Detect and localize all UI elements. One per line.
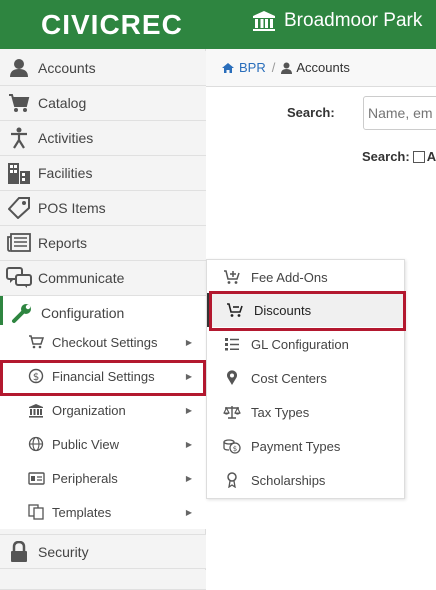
breadcrumb-current: Accounts — [296, 60, 350, 75]
person-icon — [0, 127, 38, 149]
search-filter-label: Search: — [362, 149, 410, 164]
newspaper-icon — [0, 233, 38, 253]
sidebar-item-label: Facilities — [38, 165, 93, 181]
sidebar-item-activities[interactable]: Activities — [0, 121, 206, 156]
id-card-icon — [20, 471, 52, 485]
submenu-label: Checkout Settings — [52, 334, 158, 350]
search-label: Search: — [287, 105, 335, 120]
globe-icon — [20, 436, 52, 452]
caret-right-icon: ▶ — [185, 473, 192, 483]
svg-text:$: $ — [233, 445, 237, 453]
submenu-label: Templates — [52, 504, 112, 520]
cart-outline-icon — [20, 335, 52, 349]
cart-plus-icon — [222, 269, 242, 285]
submenu-label: Organization — [52, 402, 126, 418]
sidebar-item-catalog[interactable]: Catalog — [0, 86, 206, 121]
flyout-item-discounts[interactable]: Discounts — [207, 293, 404, 327]
caret-right-icon: ▶ — [185, 439, 192, 449]
sidebar-item-communicate[interactable]: Communicate — [0, 261, 206, 296]
bank-icon — [253, 11, 275, 31]
cart-icon — [0, 93, 38, 113]
sidebar-item-security[interactable]: Security — [0, 534, 206, 569]
user-icon — [281, 62, 293, 74]
sidebar-item-label: Security — [38, 543, 89, 560]
flyout-item-label: Payment Types — [251, 438, 341, 454]
top-bar: CIVICREC Broadmoor Park — [0, 0, 436, 49]
submenu-peripherals[interactable]: Peripherals ▶ — [0, 461, 206, 495]
caret-right-icon: ▶ — [185, 337, 192, 347]
award-icon — [222, 472, 242, 488]
sidebar-item-label: POS Items — [38, 200, 106, 216]
submenu-organization[interactable]: Organization ▶ — [0, 393, 206, 427]
lock-icon — [0, 540, 38, 563]
sidebar: Accounts Catalog Activities Facilities P… — [0, 49, 206, 590]
submenu-checkout-settings[interactable]: Checkout Settings ▶ — [0, 325, 206, 359]
financial-settings-flyout: Fee Add-Ons Discounts GL Configuration C… — [206, 259, 405, 499]
flyout-item-label: GL Configuration — [251, 336, 349, 352]
bank-icon — [20, 403, 52, 418]
flyout-item-fee-add-ons[interactable]: Fee Add-Ons — [207, 260, 404, 294]
flyout-item-label: Fee Add-Ons — [251, 269, 328, 285]
breadcrumb-separator: / — [271, 60, 276, 75]
sidebar-item-partial[interactable] — [0, 570, 206, 590]
wrench-icon — [3, 302, 41, 324]
map-pin-icon — [222, 370, 242, 386]
flyout-item-scholarships[interactable]: Scholarships — [207, 463, 404, 497]
caret-right-icon: ▶ — [185, 507, 192, 517]
flyout-item-tax-types[interactable]: Tax Types — [207, 395, 404, 429]
flyout-item-label: Tax Types — [251, 404, 310, 420]
submenu-templates[interactable]: Templates ▶ — [0, 495, 206, 529]
org-name: Broadmoor Park — [284, 10, 423, 31]
balance-icon — [222, 405, 242, 419]
copy-icon — [20, 504, 52, 520]
flyout-item-label: Discounts — [254, 302, 312, 318]
building-icon — [0, 162, 38, 184]
breadcrumb: BPR / Accounts — [206, 49, 436, 87]
sidebar-item-label: Activities — [38, 130, 94, 146]
caret-right-icon: ▶ — [185, 371, 192, 381]
coins-icon: $ — [222, 438, 242, 454]
caret-right-icon: ▶ — [185, 405, 192, 415]
sidebar-item-label: Catalog — [38, 95, 87, 111]
chat-icon — [0, 267, 38, 289]
search-filter: Search: A — [362, 149, 436, 164]
sidebar-item-label: Communicate — [38, 270, 125, 286]
sidebar-item-pos-items[interactable]: POS Items — [0, 191, 206, 226]
submenu-label: Public View — [52, 436, 119, 452]
flyout-item-label: Cost Centers — [251, 370, 327, 386]
sidebar-item-accounts[interactable]: Accounts — [0, 51, 206, 86]
dollar-circle-icon: $ — [20, 368, 52, 384]
sidebar-item-facilities[interactable]: Facilities — [0, 156, 206, 191]
list-icon — [222, 337, 242, 351]
submenu-financial-settings[interactable]: $ Financial Settings ▶ — [0, 359, 206, 393]
submenu-public-view[interactable]: Public View ▶ — [0, 427, 206, 461]
search-checkbox-label: A — [426, 149, 436, 164]
flyout-item-payment-types[interactable]: $ Payment Types — [207, 429, 404, 463]
cart-minus-icon — [225, 302, 245, 318]
sidebar-item-label: Configuration — [41, 305, 125, 321]
svg-text:$: $ — [33, 372, 39, 383]
sidebar-item-label: Reports — [38, 235, 88, 251]
tag-icon — [0, 197, 38, 219]
sidebar-item-label: Accounts — [38, 60, 96, 76]
flyout-item-label: Scholarships — [251, 472, 326, 488]
org-title[interactable]: Broadmoor Park — [252, 10, 422, 32]
flyout-item-cost-centers[interactable]: Cost Centers — [207, 361, 404, 395]
search-checkbox[interactable] — [412, 150, 425, 163]
sidebar-item-reports[interactable]: Reports — [0, 226, 206, 261]
breadcrumb-home[interactable]: BPR — [239, 60, 266, 75]
app-logo[interactable]: CIVICREC — [41, 9, 183, 41]
search-input[interactable] — [363, 96, 436, 130]
home-icon — [222, 62, 234, 73]
user-icon — [0, 58, 38, 78]
flyout-item-gl-configuration[interactable]: GL Configuration — [207, 327, 404, 361]
submenu-label: Peripherals — [52, 470, 118, 486]
submenu-label: Financial Settings — [52, 368, 155, 384]
